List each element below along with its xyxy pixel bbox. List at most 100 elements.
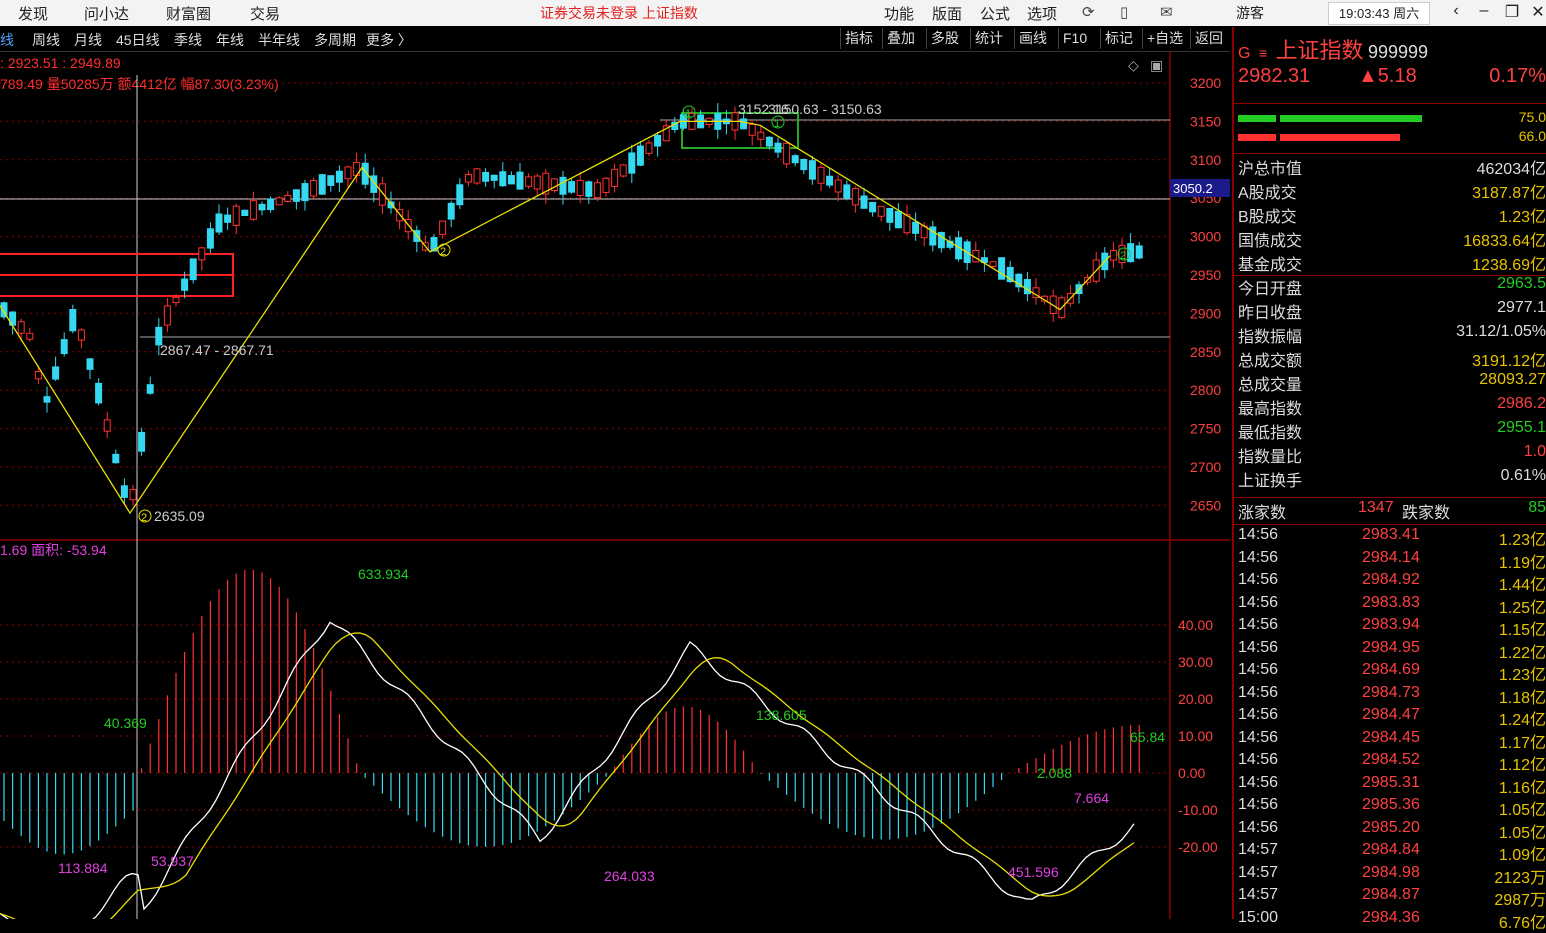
tick-row[interactable]: 14:56 2983.94 1.15亿 (1238, 616, 1546, 639)
divider (1234, 103, 1546, 104)
kline-chart[interactable]: : 2923.51 : 2949.89 789.49 量50285万 额4412… (0, 51, 1230, 919)
tool-add-watch[interactable]: +自选 (1142, 28, 1187, 49)
candle-body (138, 431, 146, 452)
tick-price: 2984.92 (1362, 571, 1420, 588)
tick-time: 14:56 (1238, 728, 1279, 746)
candle-body (851, 188, 859, 206)
tick-row[interactable]: 14:56 2984.45 1.17亿 (1238, 728, 1546, 752)
dif-line (0, 621, 1135, 919)
menu-icon[interactable]: ≡ (1259, 45, 1267, 61)
quote-value: 2955.1 (1497, 419, 1546, 436)
quote-value: 2986.2 (1497, 395, 1546, 412)
tool-indicator[interactable]: 指标 (840, 28, 877, 49)
tick-row[interactable]: 14:56 2984.92 1.44亿 (1238, 571, 1546, 594)
minimize-icon[interactable]: – (1472, 2, 1496, 20)
period-quarter[interactable]: 季线 (174, 30, 202, 50)
mail-icon[interactable]: ✉ (1160, 3, 1173, 21)
candle-body (912, 221, 920, 234)
tick-row[interactable]: 14:56 2985.31 1.16亿 (1238, 774, 1546, 797)
tick-row[interactable]: 14:56 2983.83 1.25亿 (1238, 594, 1546, 617)
restore-icon[interactable]: ❐ (1500, 2, 1524, 22)
clock: 19:03:43 周六 (1328, 2, 1430, 25)
price-tick: 2900 (1190, 305, 1221, 321)
tool-stats[interactable]: 统计 (970, 28, 1007, 49)
menu-item-ask[interactable]: 问小达 (84, 3, 129, 24)
svg-text:1: 1 (774, 118, 780, 130)
period-year[interactable]: 年线 (216, 30, 244, 50)
candle-body (507, 175, 515, 185)
price-tick: 2950 (1190, 267, 1221, 283)
period-more[interactable]: 更多 〉 (366, 30, 412, 50)
tool-f10[interactable]: F10 (1058, 28, 1091, 49)
quote-row: 上证换手 0.61% (1238, 467, 1546, 490)
tool-multistock[interactable]: 多股 (926, 28, 963, 49)
tick-volume: 6.76亿 (1498, 914, 1546, 932)
quote-key: 指数量比 (1238, 449, 1303, 466)
quote-value: 0.61% (1500, 467, 1546, 484)
tool-back[interactable]: 返回 (1190, 28, 1227, 49)
candle-body (482, 171, 490, 182)
quote-row: B股成交 1.23亿 (1238, 203, 1546, 226)
menu-item-trade[interactable]: 交易 (250, 3, 280, 24)
tick-row[interactable]: 14:56 2985.36 1.05亿 (1238, 796, 1546, 819)
tick-row[interactable]: 14:57 2984.98 2123万 (1238, 864, 1546, 887)
tick-row[interactable]: 14:56 2983.41 1.23亿 (1238, 526, 1546, 549)
menu-item-discover[interactable]: 发现 (18, 3, 48, 24)
tick-row[interactable]: 14:57 2984.87 2987万 (1238, 886, 1546, 909)
menu-item-wealth[interactable]: 财富圈 (166, 3, 211, 24)
refresh-icon[interactable]: ⟳ (1082, 3, 1095, 21)
quote-value: 16833.64亿 (1463, 233, 1546, 250)
quote-key: 最低指数 (1238, 425, 1303, 442)
up-count: 1347 (1358, 499, 1394, 516)
tool-draw[interactable]: 画线 (1014, 28, 1051, 49)
tick-row[interactable]: 14:56 2985.20 1.05亿 (1238, 819, 1546, 842)
tick-row[interactable]: 14:57 2984.84 1.09亿 (1238, 841, 1546, 864)
stock-name: 上证指数 (1275, 38, 1364, 63)
period-day[interactable]: 日线 (0, 30, 14, 50)
svg-text:2: 2 (440, 246, 446, 258)
tick-row[interactable]: 14:56 2984.47 1.24亿 (1238, 706, 1546, 729)
tick-price: 2984.95 (1362, 638, 1420, 656)
tick-row[interactable]: 14:56 2984.95 1.22亿 (1238, 638, 1546, 662)
period-month[interactable]: 月线 (74, 30, 102, 50)
candle-body (344, 166, 352, 180)
tick-price: 2984.73 (1362, 683, 1420, 701)
tool-mark[interactable]: 标记 (1100, 28, 1137, 49)
panel-toggle-icon[interactable]: ▣ (1150, 57, 1163, 73)
quote-key: A股成交 (1238, 185, 1297, 202)
candle-body (860, 195, 868, 209)
close-icon[interactable]: ✕ (1526, 2, 1546, 22)
period-multi[interactable]: 多周期 (314, 30, 356, 50)
period-halfyear[interactable]: 半年线 (258, 30, 300, 50)
diamond-icon[interactable]: ◇ (1128, 57, 1139, 73)
tick-row[interactable]: 14:56 2984.14 1.19亿 (1238, 549, 1546, 572)
candle-body (636, 145, 644, 166)
phone-icon[interactable]: ▯ (1120, 3, 1128, 21)
macd-tick: -20.00 (1178, 839, 1218, 855)
login-notice[interactable]: 证券交易未登录 上证指数 (540, 3, 698, 23)
menu-item-formula[interactable]: 公式 (980, 3, 1010, 24)
bar-red-1 (1238, 134, 1276, 141)
menu-item-function[interactable]: 功能 (884, 3, 914, 24)
quote-value: 1.23亿 (1498, 209, 1546, 226)
tick-volume: 1.17亿 (1498, 734, 1546, 752)
tick-volume: 1.23亿 (1498, 667, 1546, 684)
macd-label-i: 264.033 (604, 868, 655, 884)
tick-price: 2983.94 (1362, 616, 1420, 633)
menu-item-layout[interactable]: 版面 (932, 3, 962, 24)
back-icon[interactable]: ‹ (1444, 2, 1468, 20)
tick-price: 2984.87 (1362, 886, 1420, 903)
tick-row[interactable]: 14:56 2984.69 1.23亿 (1238, 661, 1546, 684)
tool-overlay[interactable]: 叠加 (882, 28, 919, 49)
candle-body (456, 184, 464, 206)
macd-tick: 0.00 (1178, 765, 1205, 781)
down-count: 85 (1528, 499, 1546, 516)
tick-row[interactable]: 14:56 2984.52 1.12亿 (1238, 751, 1546, 774)
user-label[interactable]: 游客 (1236, 3, 1264, 23)
candle-body (791, 155, 799, 164)
tick-row[interactable]: 15:00 2984.36 6.76亿 (1238, 909, 1546, 932)
period-week[interactable]: 周线 (32, 30, 60, 50)
tick-row[interactable]: 14:56 2984.73 1.18亿 (1238, 683, 1546, 707)
menu-item-options[interactable]: 选项 (1027, 3, 1057, 24)
period-45day[interactable]: 45日线 (116, 30, 160, 50)
